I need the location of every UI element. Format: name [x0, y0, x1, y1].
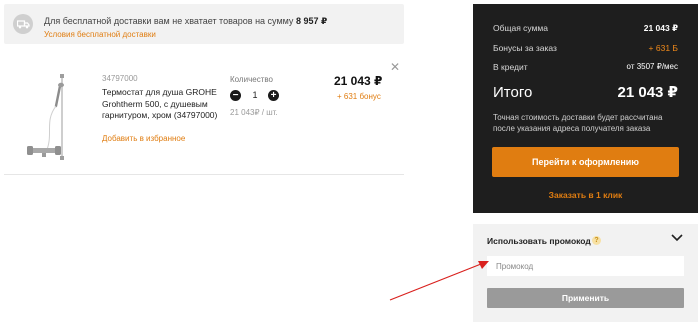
quantity-value: 1 [252, 90, 258, 100]
product-sku: 34797000 [102, 74, 138, 83]
promo-code-panel: Использовать промокод ? Применить [473, 224, 698, 322]
summary-row-credit: В кредит от 3507 ₽/мес [493, 62, 678, 72]
total-sum-value: 21 043 ₽ [643, 23, 678, 33]
summary-row-bonus: Бонусы за заказ + 631 Б [493, 43, 678, 53]
unit-price: 21 043₽ / шт. [230, 108, 278, 117]
grand-total-value: 21 043 ₽ [617, 84, 678, 101]
product-image[interactable] [24, 72, 74, 164]
checkout-button[interactable]: Перейти к оформлению [492, 147, 679, 177]
cart-item: 34797000 Термостат для душа GROHE Grohth… [4, 60, 404, 175]
item-divider [4, 174, 404, 175]
chevron-down-icon[interactable] [670, 232, 684, 244]
grand-total: Итого 21 043 ₽ [493, 84, 678, 102]
summary-row-total-sum: Общая сумма 21 043 ₽ [493, 23, 678, 33]
free-delivery-message: Для бесплатной доставки вам не хватает т… [44, 16, 327, 27]
credit-value: от 3507 ₽/мес [626, 62, 678, 71]
promo-code-input[interactable] [487, 256, 684, 276]
free-delivery-text: Для бесплатной доставки вам не хватает т… [44, 16, 294, 26]
delivery-cost-note: Точная стоимость доставки будет рассчита… [493, 113, 663, 133]
grand-total-label: Итого [493, 84, 533, 101]
question-icon[interactable]: ? [592, 236, 601, 245]
product-name[interactable]: Термостат для душа GROHE Grohtherm 500, … [102, 87, 224, 122]
promo-code-title[interactable]: Использовать промокод [487, 236, 591, 246]
free-delivery-amount: 8 957 ₽ [295, 16, 328, 26]
increase-quantity-button[interactable]: + [268, 90, 279, 101]
close-icon[interactable]: ✕ [390, 60, 400, 74]
bonus-value: + 631 Б [648, 43, 678, 53]
total-sum-label: Общая сумма [493, 23, 548, 33]
order-summary-panel: Общая сумма 21 043 ₽ Бонусы за заказ + 6… [473, 4, 698, 213]
item-bonus: + 631 бонус [337, 92, 381, 101]
apply-promo-button[interactable]: Применить [487, 288, 684, 308]
one-click-order-link[interactable]: Заказать в 1 клик [473, 190, 698, 200]
quantity-label: Количество [230, 75, 273, 84]
decrease-quantity-button[interactable]: − [230, 90, 241, 101]
free-delivery-terms-link[interactable]: Условия бесплатной доставки [44, 30, 156, 39]
item-price: 21 043 ₽ [334, 74, 383, 88]
free-delivery-banner: Для бесплатной доставки вам не хватает т… [4, 4, 404, 44]
bonus-label: Бонусы за заказ [493, 43, 557, 53]
truck-icon [13, 14, 33, 34]
credit-label: В кредит [493, 62, 528, 72]
add-to-favorites-link[interactable]: Добавить в избранное [102, 134, 185, 143]
